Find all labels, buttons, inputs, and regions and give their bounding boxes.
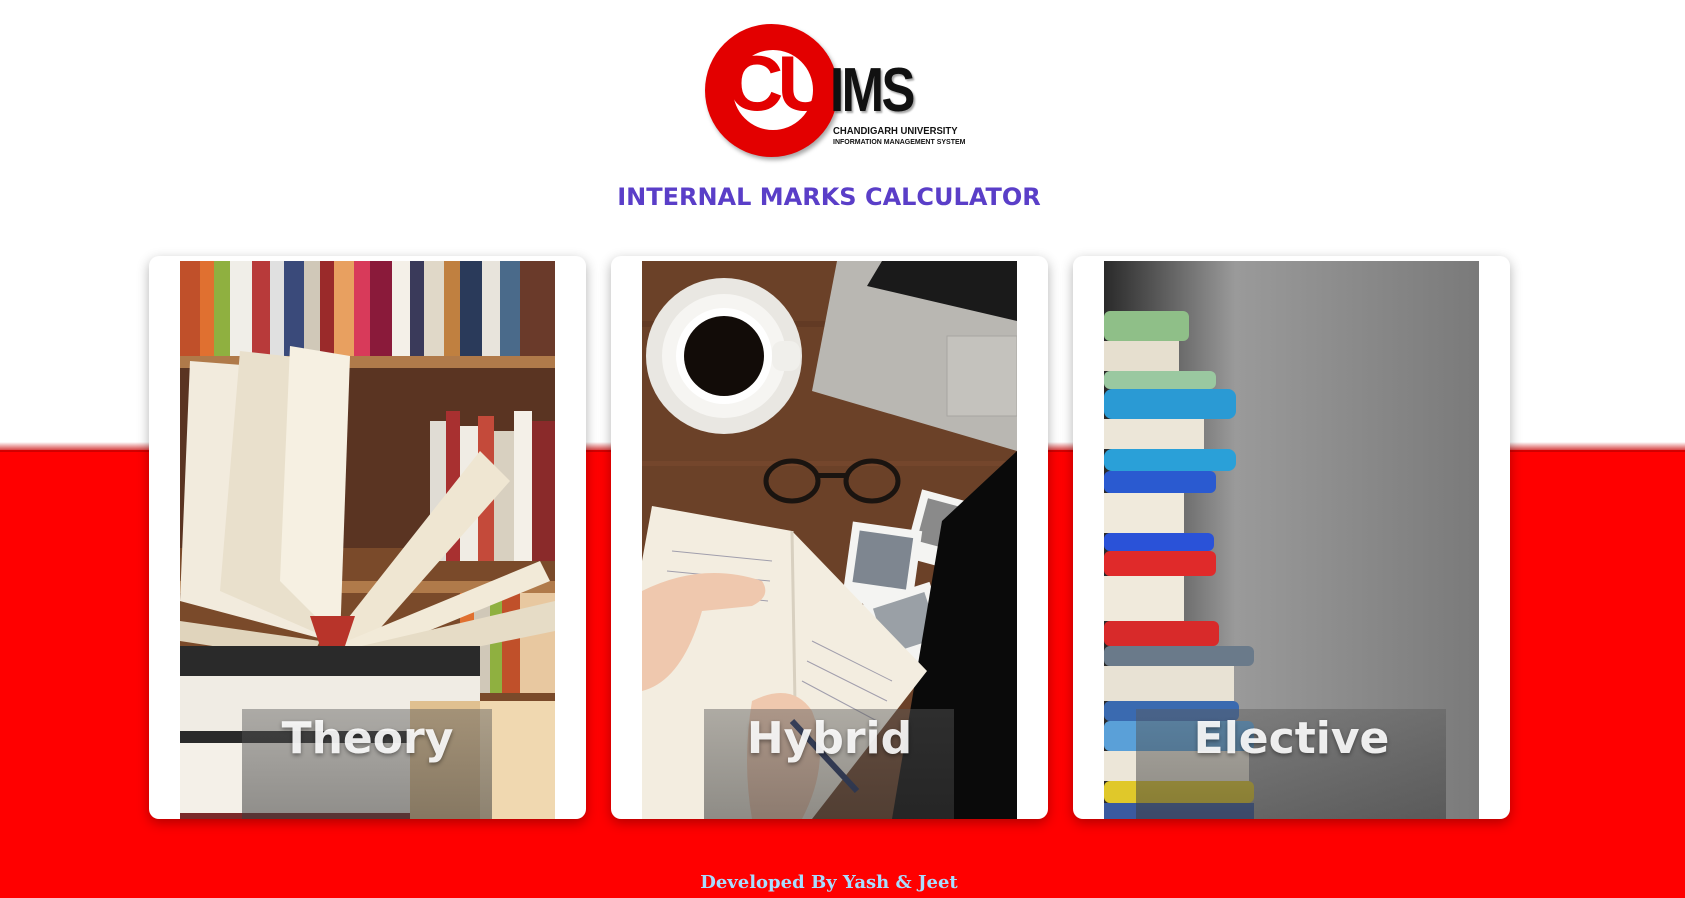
elective-card[interactable]: Elective	[1073, 256, 1510, 819]
card-label-theory: Theory	[281, 713, 454, 764]
theory-card[interactable]: Theory	[149, 256, 586, 819]
theory-image: Theory	[180, 261, 555, 819]
hybrid-card[interactable]: Hybrid	[611, 256, 1048, 819]
logo-line2: INFORMATION MANAGEMENT SYSTEM	[833, 139, 966, 146]
footer-credit: Developed By Yash & Jeet	[700, 872, 958, 893]
logo-mark: CU	[727, 39, 834, 127]
hybrid-image: Hybrid	[642, 261, 1017, 819]
card-label-hybrid: Hybrid	[746, 713, 913, 764]
page-title: INTERNAL MARKS CALCULATOR	[617, 183, 1041, 211]
logo-line1: CHANDIGARH UNIVERSITY	[833, 126, 958, 137]
cuims-logo: CU IMS CHANDIGARH UNIVERSITY INFORMATION…	[705, 24, 965, 160]
card-label-elective: Elective	[1193, 713, 1390, 764]
elective-image: Elective	[1104, 261, 1479, 819]
logo-name: IMS	[830, 56, 915, 125]
